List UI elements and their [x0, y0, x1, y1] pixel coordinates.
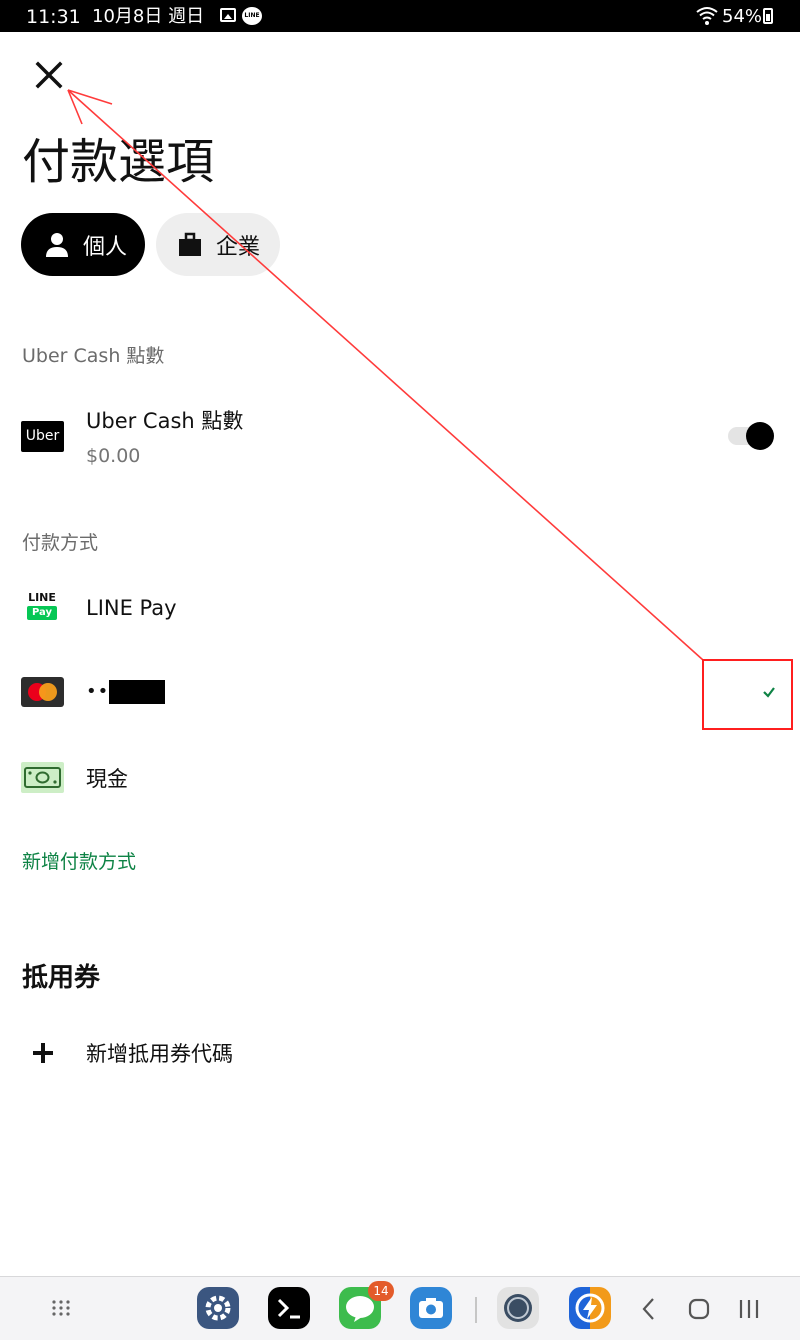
bolt-app-icon[interactable]: [569, 1287, 611, 1329]
add-payment-method-link[interactable]: 新增付款方式: [22, 850, 136, 874]
mastercard-orange-circle: [39, 683, 57, 701]
check-icon: [763, 687, 775, 698]
plus-icon[interactable]: [32, 1042, 54, 1064]
home-icon[interactable]: [686, 1295, 712, 1323]
jg-app-icon[interactable]: [497, 1287, 539, 1329]
taskbar-divider: [475, 1297, 477, 1323]
wifi-icon: [696, 7, 718, 25]
uber-cash-title: Uber Cash 點數: [86, 409, 244, 433]
payment-methods-section-label: 付款方式: [22, 532, 99, 554]
line-pay-icon: LINE Pay: [26, 591, 58, 623]
cash-icon: [21, 762, 64, 793]
person-icon: [46, 232, 68, 257]
jg-icon: [504, 1294, 532, 1322]
battery-percentage: 54%: [722, 6, 763, 27]
camera-icon: [419, 1298, 443, 1318]
annotation-arrowhead-lower: [67, 89, 83, 125]
annotation-arrowhead-upper: [67, 89, 113, 105]
line-notification-badge: 14: [368, 1281, 394, 1301]
redacted-card-number: [109, 680, 165, 704]
recents-icon[interactable]: [736, 1295, 762, 1323]
close-icon[interactable]: [30, 56, 68, 94]
tab-personal-label: 個人: [83, 234, 128, 260]
payment-cash-label[interactable]: 現金: [86, 766, 128, 792]
payment-line-pay-label[interactable]: LINE Pay: [86, 595, 177, 621]
mastercard-icon: [21, 677, 64, 707]
battery-icon: [763, 8, 773, 24]
annotation-highlight-box: [702, 659, 793, 730]
gallery-notification-icon: [220, 8, 236, 22]
tab-personal[interactable]: 個人: [21, 213, 145, 276]
app-drawer-icon[interactable]: [46, 1293, 76, 1323]
uber-cash-amount: $0.00: [86, 445, 141, 467]
uber-cash-section-label: Uber Cash 點數: [22, 345, 165, 367]
tab-business-label: 企業: [216, 234, 261, 260]
camera-app-icon[interactable]: [410, 1287, 452, 1329]
line-pay-logo-top: LINE: [28, 591, 56, 604]
briefcase-icon: [179, 232, 201, 256]
terminal-app-icon[interactable]: [268, 1287, 310, 1329]
gear-icon: [205, 1295, 231, 1321]
vouchers-heading: 抵用券: [22, 963, 101, 993]
terminal-icon: [277, 1298, 300, 1319]
add-voucher-code-button[interactable]: 新增抵用券代碼: [86, 1041, 233, 1067]
settings-app-icon[interactable]: [197, 1287, 239, 1329]
cash-bill-icon: [24, 767, 61, 788]
lightning-icon: [575, 1293, 605, 1323]
status-date: 10月8日 週日: [92, 6, 205, 27]
taskbar: 14: [0, 1276, 800, 1340]
status-time: 11:31: [26, 6, 81, 28]
page-title: 付款選項: [22, 134, 215, 190]
status-bar: 11:31 10月8日 週日 LINE 54%: [0, 0, 800, 32]
tab-business[interactable]: 企業: [156, 213, 280, 276]
line-notification-icon: LINE: [242, 7, 262, 25]
uber-cash-toggle[interactable]: [728, 421, 776, 451]
toggle-knob: [746, 422, 774, 450]
line-pay-logo-bottom: Pay: [27, 606, 57, 620]
back-icon[interactable]: [636, 1295, 662, 1323]
uber-logo: Uber: [21, 421, 64, 452]
annotation-overlay: [67, 89, 793, 730]
